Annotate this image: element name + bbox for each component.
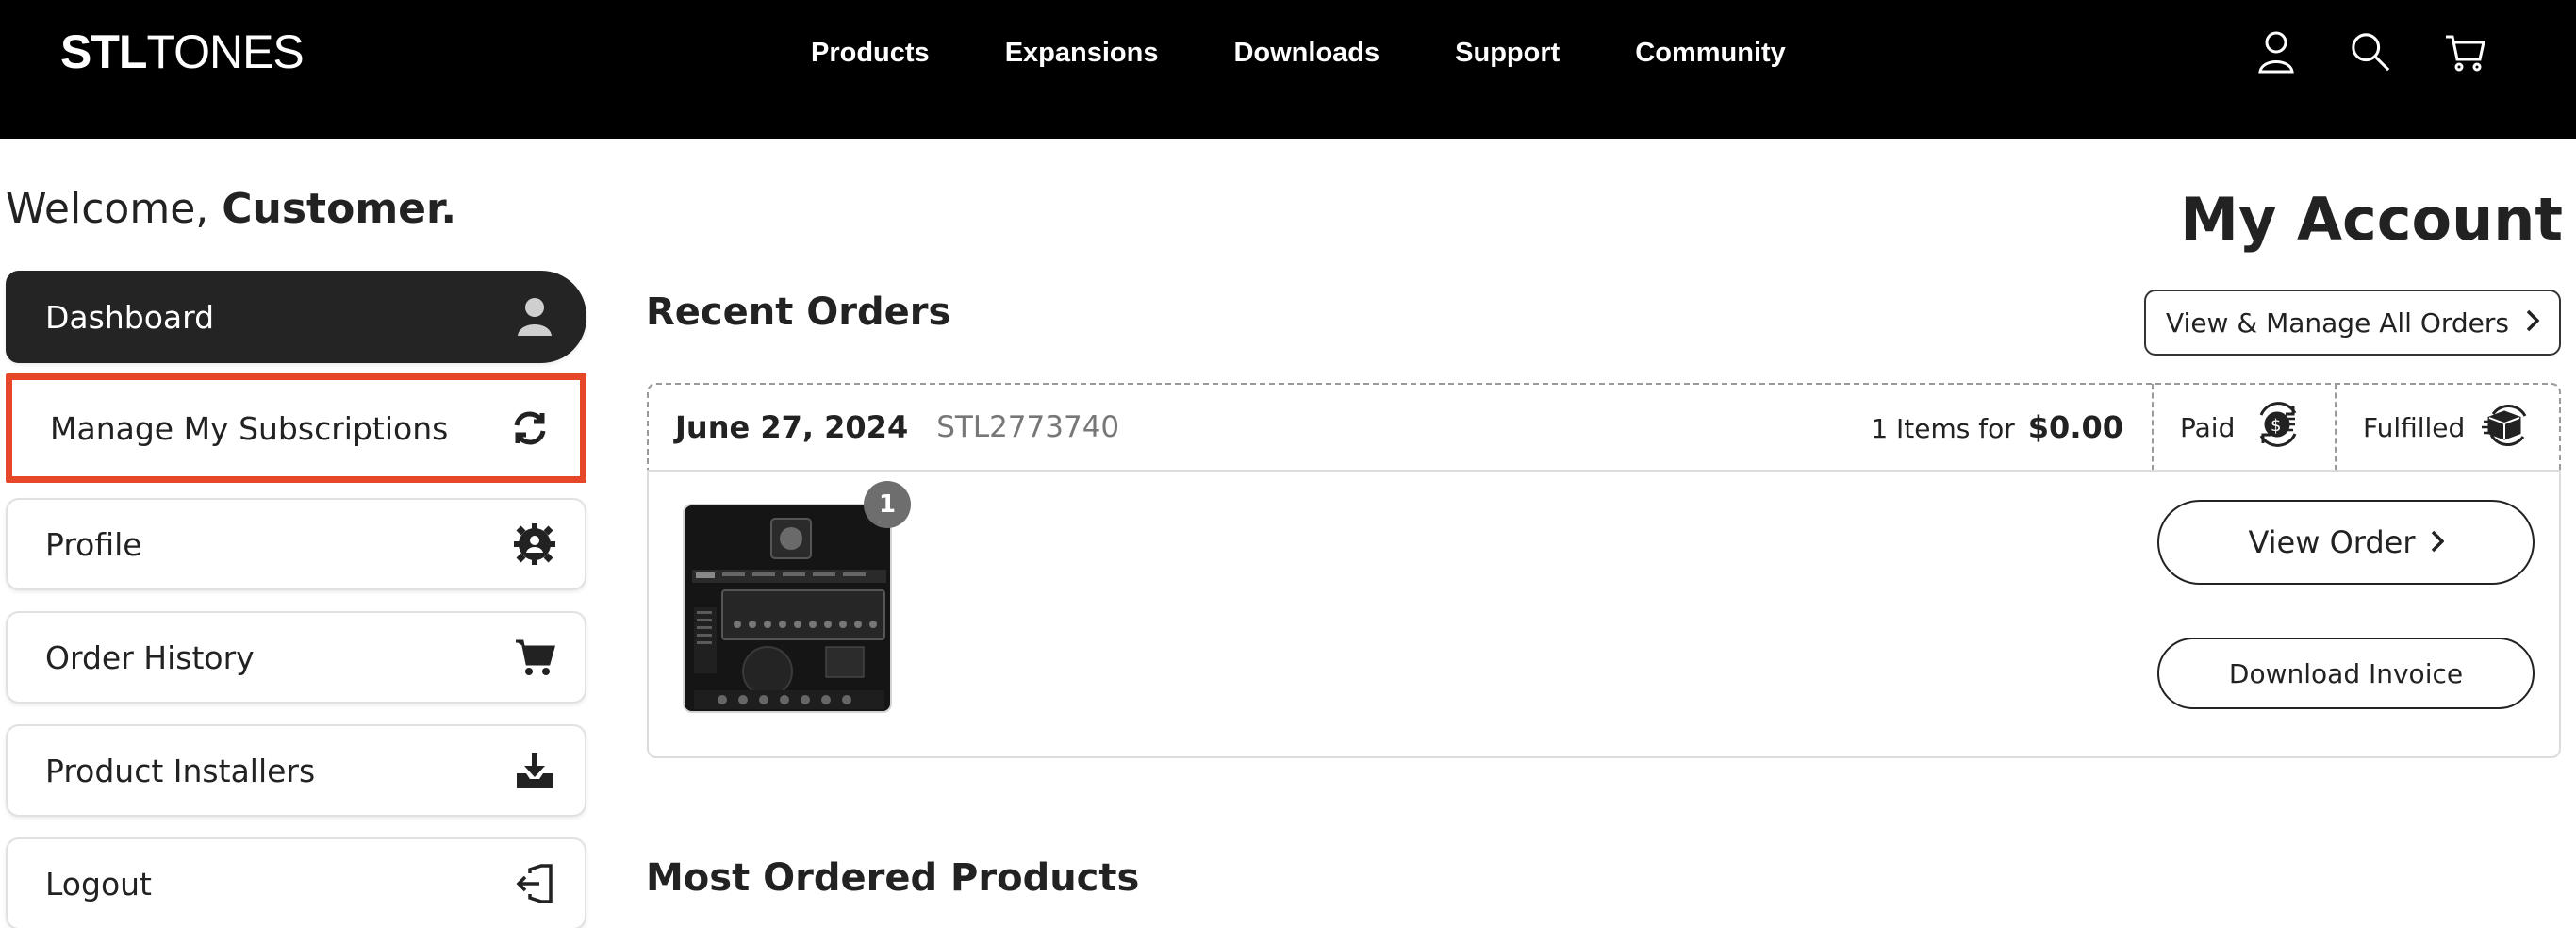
- chevron-right-icon: [2526, 307, 2540, 339]
- nav-downloads[interactable]: Downloads: [1233, 34, 1379, 72]
- sidebar-item-order-history[interactable]: Order History: [6, 611, 586, 704]
- nav-support[interactable]: Support: [1455, 34, 1560, 72]
- order-items-text: 1 Items for: [1871, 413, 2015, 444]
- top-nav-bar: STL TONES Products Expansions Downloads S…: [0, 0, 2576, 139]
- search-icon[interactable]: [2350, 28, 2391, 75]
- page-title: My Account: [2180, 185, 2563, 254]
- sidebar-item-label: Profile: [45, 525, 142, 563]
- order-card-body: 1 View Order Download Invoice: [647, 470, 2561, 758]
- nav-community[interactable]: Community: [1635, 34, 1786, 72]
- nav-products[interactable]: Products: [811, 34, 930, 72]
- main-nav: Products Expansions Downloads Support Co…: [811, 34, 1861, 72]
- download-invoice-label: Download Invoice: [2228, 657, 2464, 689]
- download-tray-icon: [513, 749, 556, 792]
- refresh-icon: [508, 406, 552, 450]
- sidebar-item-label: Order History: [45, 638, 255, 676]
- logo-thin: TONES: [146, 25, 304, 78]
- order-header: June 27, 2024 STL2773740 1 Items for $0.…: [647, 383, 2561, 471]
- nav-expansions[interactable]: Expansions: [1005, 34, 1159, 72]
- sidebar-item-logout[interactable]: Logout: [6, 837, 586, 928]
- payment-status-label: Paid: [2180, 411, 2236, 443]
- user-icon[interactable]: [2255, 28, 2297, 75]
- sidebar-item-label: Manage My Subscriptions: [50, 409, 449, 447]
- cart-icon: [513, 636, 556, 679]
- order-summary: 1 Items for $0.00: [1871, 409, 2123, 445]
- user-gear-icon: [513, 522, 556, 566]
- welcome-name: Customer.: [222, 185, 457, 233]
- svg-text:$: $: [2271, 416, 2281, 436]
- download-invoice-button[interactable]: Download Invoice: [2157, 638, 2535, 709]
- view-all-orders-label: View & Manage All Orders: [2166, 307, 2509, 339]
- view-order-label: View Order: [2248, 524, 2416, 560]
- fulfillment-status: Fulfilled: [2335, 384, 2559, 471]
- order-total: $0.00: [2027, 409, 2123, 445]
- logout-icon: [513, 862, 556, 905]
- view-all-orders-button[interactable]: View & Manage All Orders: [2144, 290, 2561, 356]
- fulfilled-box-icon: [2482, 401, 2531, 455]
- logo-strong: STL: [60, 25, 147, 78]
- stltones-logo[interactable]: STL TONES: [60, 25, 305, 78]
- order-number[interactable]: STL2773740: [936, 410, 1119, 444]
- sidebar-item-label: Logout: [45, 865, 152, 903]
- recent-orders-title: Recent Orders: [646, 290, 951, 334]
- sidebar-item-product-installers[interactable]: Product Installers: [6, 724, 586, 817]
- view-order-button[interactable]: View Order: [2157, 500, 2535, 585]
- welcome-message: Welcome, Customer.: [6, 185, 456, 233]
- order-date: June 27, 2024: [675, 409, 909, 445]
- sidebar-item-dashboard[interactable]: Dashboard: [6, 271, 586, 363]
- chevron-right-icon: [2431, 524, 2444, 560]
- most-ordered-title: Most Ordered Products: [646, 856, 1140, 900]
- cart-icon[interactable]: [2444, 28, 2485, 75]
- fulfillment-status-label: Fulfilled: [2363, 411, 2466, 443]
- user-avatar-icon: [513, 295, 556, 339]
- paid-money-icon: $: [2252, 400, 2304, 456]
- sidebar-item-profile[interactable]: Profile: [6, 498, 586, 590]
- sidebar-item-subscriptions[interactable]: Manage My Subscriptions: [6, 373, 586, 483]
- welcome-prefix: Welcome,: [6, 185, 223, 233]
- product-thumbnail[interactable]: [683, 504, 892, 713]
- item-count-badge: 1: [864, 481, 911, 528]
- sidebar-item-label: Product Installers: [45, 752, 316, 789]
- payment-status: Paid $: [2152, 384, 2335, 471]
- sidebar-item-label: Dashboard: [45, 298, 215, 336]
- nav-icon-group: [2255, 28, 2485, 75]
